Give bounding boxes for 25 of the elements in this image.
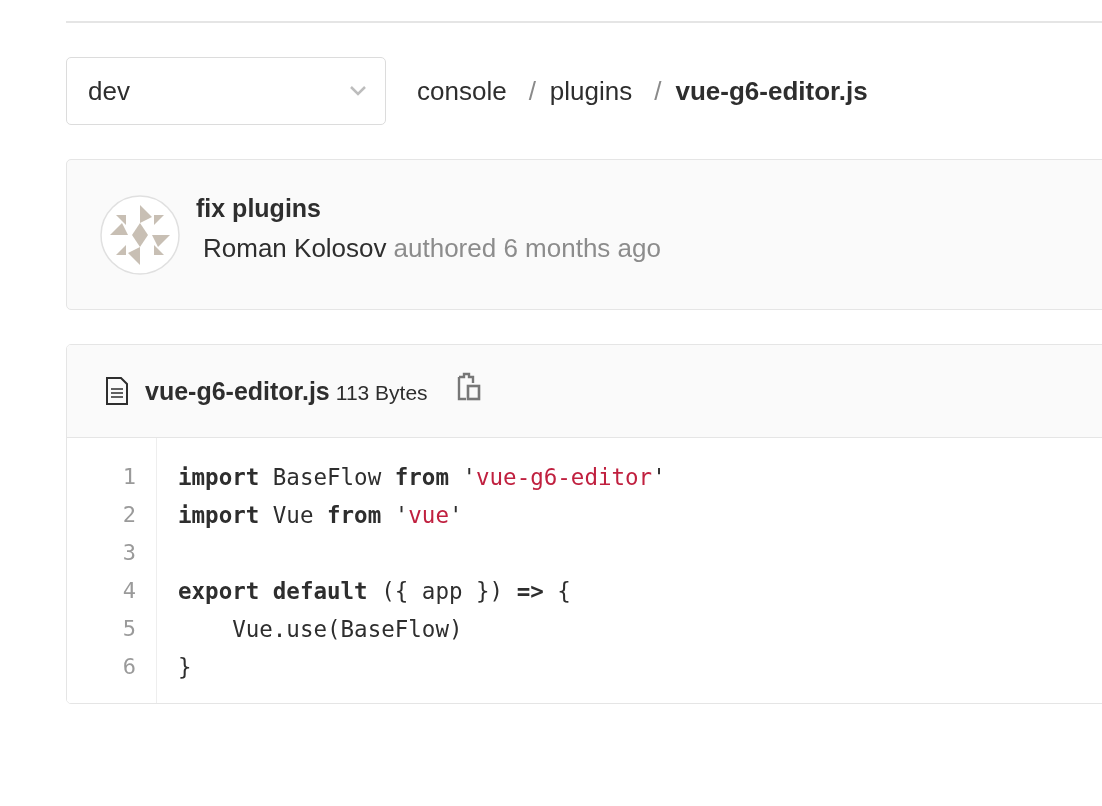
- code-line: export default ({ app }) => {: [178, 577, 572, 606]
- commit-author[interactable]: Roman Kolosov: [203, 232, 387, 264]
- line-number: 3: [121, 539, 137, 567]
- breadcrumb-link[interactable]: console: [417, 75, 507, 107]
- code-line: import Vue from 'vue': [178, 501, 464, 530]
- file-name: vue-g6-editor.js: [145, 376, 330, 406]
- file-size: 113 Bytes: [335, 381, 428, 405]
- branch-dropdown[interactable]: dev: [66, 57, 386, 125]
- code-line: }: [178, 653, 193, 682]
- commit-message[interactable]: fix plugins: [196, 193, 661, 223]
- code-line: Vue.use(BaseFlow): [231, 615, 464, 644]
- line-number: 4: [121, 577, 137, 605]
- line-number: 6: [121, 653, 137, 681]
- file-icon: [105, 377, 129, 405]
- breadcrumb-link[interactable]: plugins: [549, 75, 633, 107]
- breadcrumb-separator: /: [528, 75, 536, 107]
- breadcrumb-separator: /: [654, 75, 662, 107]
- line-number: 2: [121, 501, 137, 529]
- code-line: import BaseFlow from 'vue-g6-editor': [178, 463, 666, 492]
- commit-time: authored 6 months ago: [393, 232, 661, 264]
- copy-icon[interactable]: [455, 371, 482, 403]
- chevron-down-icon: [349, 85, 367, 97]
- breadcrumb-current: vue-g6-editor.js: [675, 75, 868, 107]
- line-number: 5: [121, 615, 137, 643]
- line-number: 1: [121, 463, 137, 491]
